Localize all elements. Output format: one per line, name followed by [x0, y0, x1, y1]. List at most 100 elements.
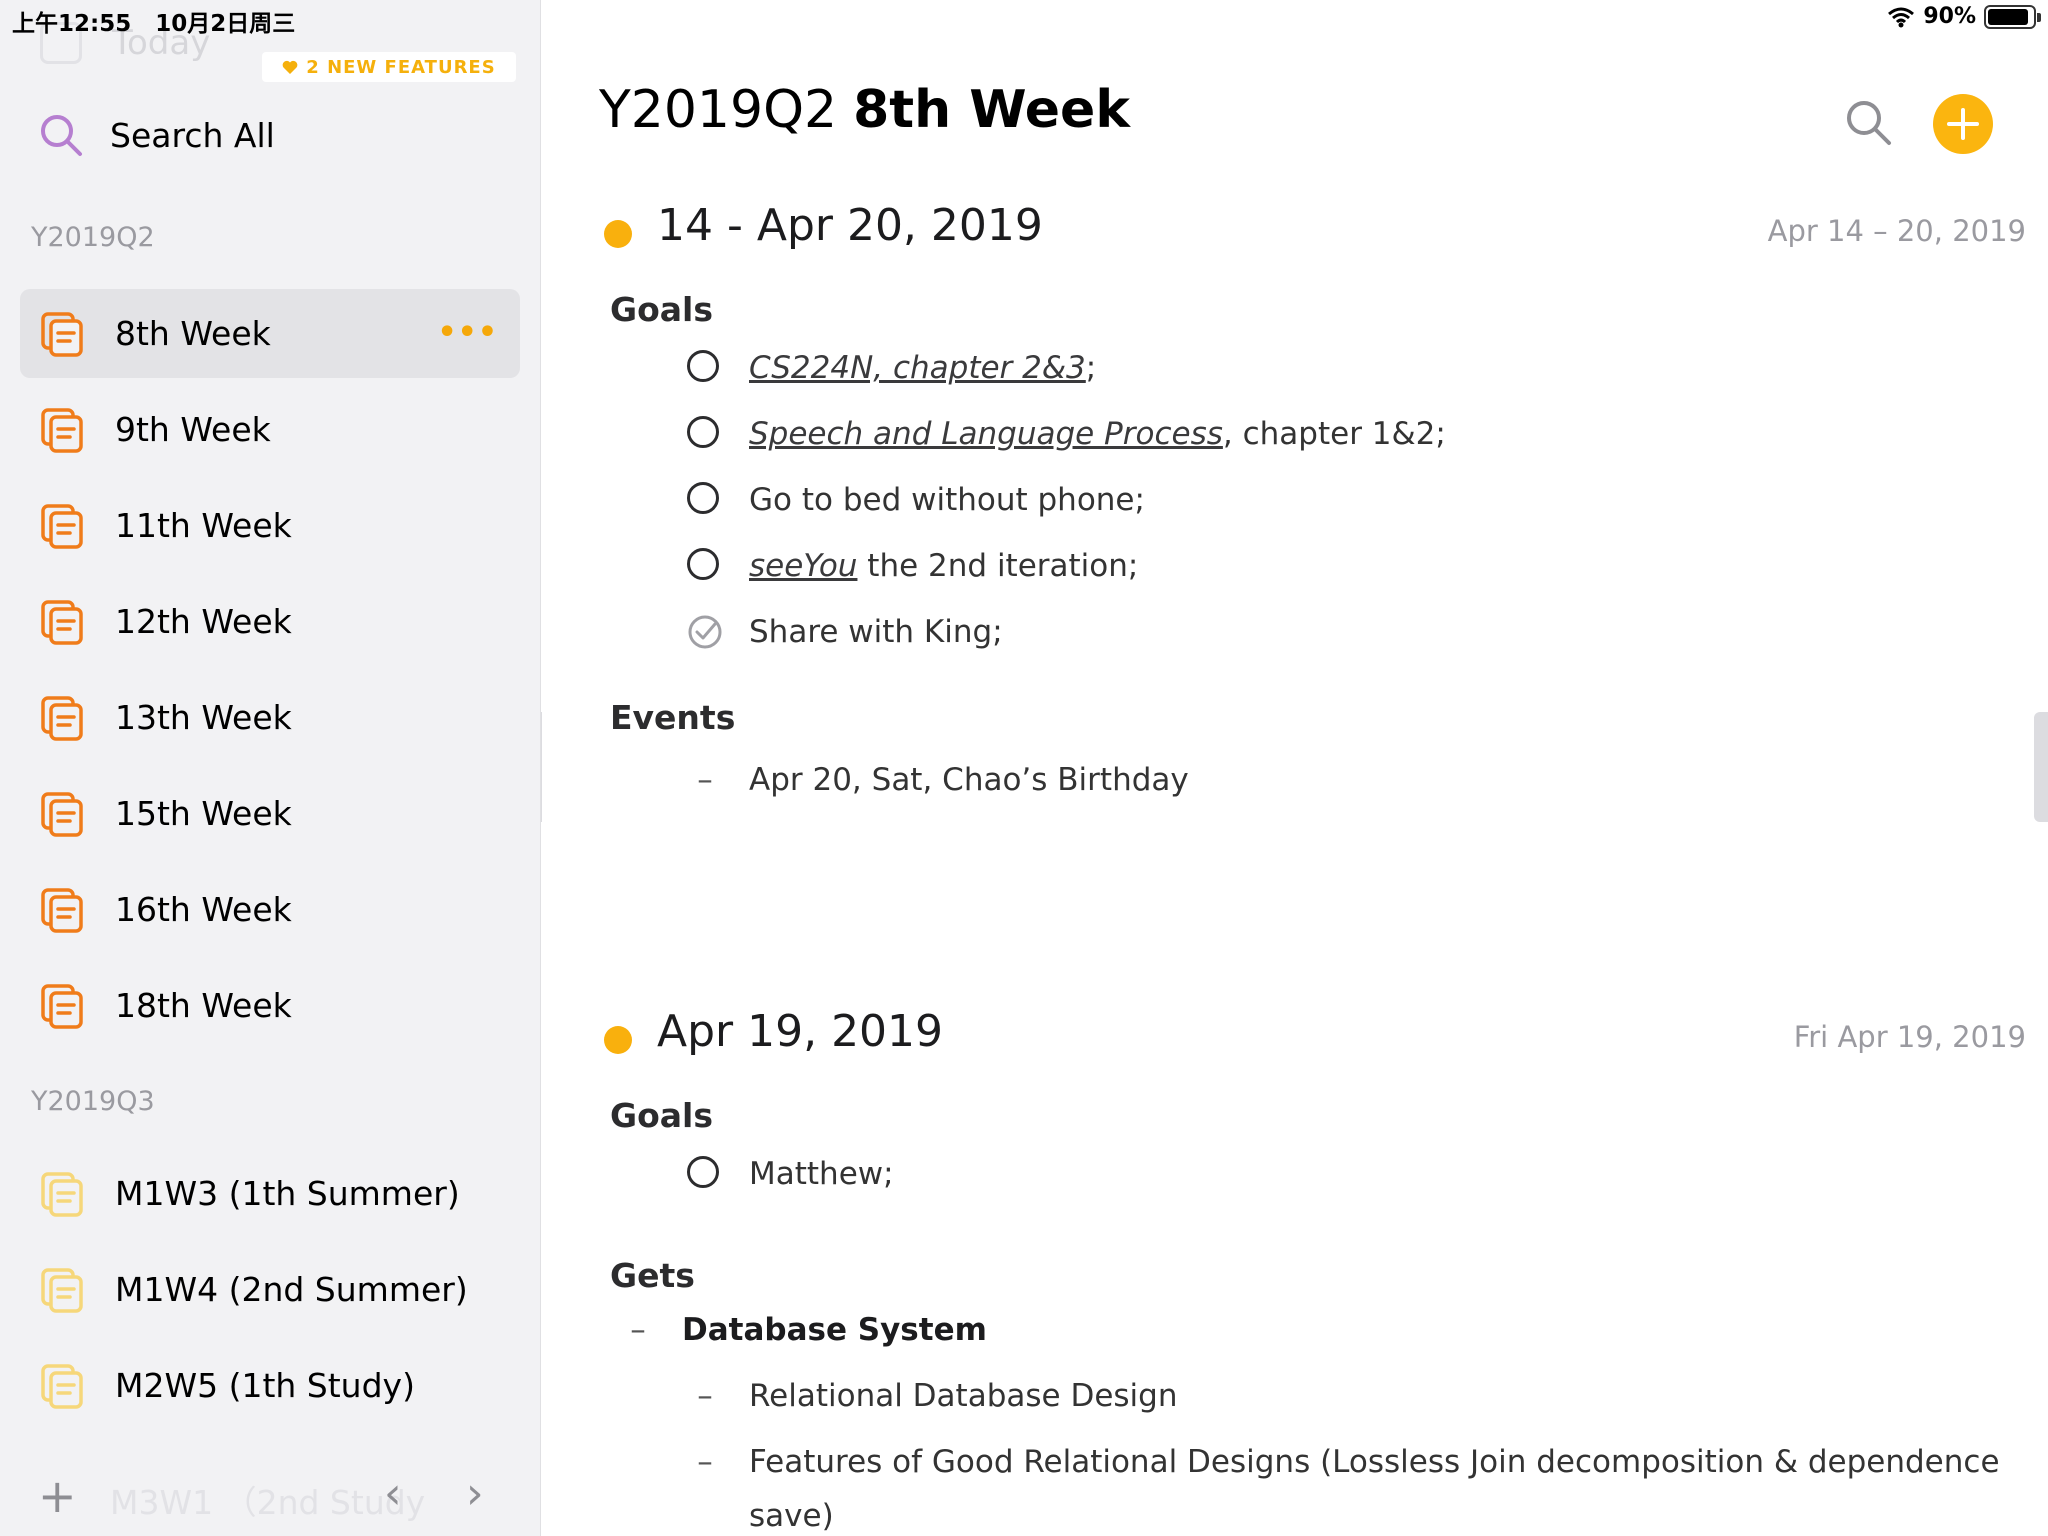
goal-text: Share with King; — [749, 614, 1003, 650]
gets-item-text[interactable]: save) — [749, 1498, 834, 1534]
goal-item: Share with King; — [687, 614, 1003, 650]
entry-week: 14 - Apr 20, 2019 Apr 14 – 20, 2019 Goal… — [542, 200, 2048, 820]
today-label: Today — [112, 23, 211, 63]
sidebar-item[interactable]: 11th Week — [20, 481, 520, 570]
sidebar-item-today[interactable]: Today — [40, 22, 210, 64]
sidebar-item[interactable]: M1W3 (1th Summer) — [20, 1149, 520, 1238]
goal-link[interactable]: CS224N, chapter 2&3 — [749, 350, 1086, 386]
goal-link[interactable]: seeYou — [749, 548, 857, 584]
search-icon — [41, 115, 82, 156]
checkmark-circle-icon[interactable] — [687, 614, 723, 650]
goal-link[interactable]: Speech and Language Process — [749, 416, 1223, 452]
sidebar-item-label: 18th Week — [115, 986, 292, 1025]
document-stack-icon — [41, 1171, 83, 1217]
entry-day: Apr 19, 2019 Fri Apr 19, 2019 Goals Matt… — [542, 1006, 2048, 1536]
plus-icon — [1947, 108, 1979, 140]
sidebar-item[interactable]: 15th Week — [20, 769, 520, 858]
sidebar-item-label: 13th Week — [115, 698, 292, 737]
sidebar-item-label: M2W5 (1th Study) — [115, 1366, 415, 1405]
checkbox[interactable] — [687, 350, 723, 386]
entry-header: 14 - Apr 20, 2019 Apr 14 – 20, 2019 — [542, 200, 2048, 260]
events-heading: Events — [610, 698, 736, 737]
sidebar-bottom-bar: + M3W1 （2nd Study ‹ › — [0, 1456, 541, 1536]
document-stack-icon — [41, 1267, 83, 1313]
checkbox[interactable] — [687, 548, 723, 584]
document-stack-icon — [41, 599, 83, 645]
new-features-badge[interactable]: 2 NEW FEATURES — [262, 52, 516, 82]
gets-item-text[interactable]: Relational Database Design — [749, 1378, 1177, 1414]
entry-dot — [604, 220, 632, 248]
chevron-right-icon[interactable]: › — [466, 1472, 484, 1516]
goal-item: CS224N, chapter 2&3; — [687, 350, 1096, 386]
goal-text: Go to bed without phone; — [749, 482, 1145, 518]
goal-text[interactable]: Matthew; — [749, 1156, 894, 1192]
checkbox[interactable] — [687, 482, 723, 518]
goals-heading: Goals — [610, 290, 713, 329]
new-features-label: 2 NEW FEATURES — [306, 56, 496, 78]
sidebar-item-label: 15th Week — [115, 794, 292, 833]
gets-item-text[interactable]: Features of Good Relational Designs (Los… — [749, 1444, 2000, 1480]
sidebar-item-label: M1W4 (2nd Summer) — [115, 1270, 468, 1309]
gets-item: – Features of Good Relational Designs (L… — [687, 1444, 2000, 1480]
sidebar-item[interactable]: M1W4 (2nd Summer) — [20, 1245, 520, 1334]
title-prefix: Y2019Q2 — [599, 80, 838, 140]
gets-group: – Database System — [620, 1312, 987, 1348]
chevron-left-icon[interactable]: ‹ — [384, 1472, 402, 1516]
gets-item: – Relational Database Design — [687, 1378, 1177, 1414]
sidebar-list-q2: 8th Week ••• 9th Week 11th Week 12th Week 13t… — [20, 289, 520, 1057]
entry-date: Fri Apr 19, 2019 — [1793, 1020, 2026, 1054]
goal-item: Matthew; — [687, 1156, 894, 1192]
sidebar-item-ghost: M3W1 （2nd Study — [110, 1483, 426, 1522]
document-stack-icon — [41, 791, 83, 837]
sidebar-item[interactable]: 9th Week — [20, 385, 520, 474]
gets-heading: Gets — [610, 1256, 695, 1295]
title-name: 8th Week — [853, 80, 1130, 140]
goal-text: , chapter 1&2; — [1222, 416, 1446, 452]
document-stack-icon — [41, 887, 83, 933]
today-icon — [40, 22, 82, 64]
entry-dot — [604, 1026, 632, 1054]
sidebar-item[interactable]: 8th Week ••• — [20, 289, 520, 378]
document-stack-icon — [41, 407, 83, 453]
checkbox[interactable] — [687, 416, 723, 452]
dash-bullet: – — [697, 1378, 713, 1414]
document-stack-icon — [41, 983, 83, 1029]
checkbox[interactable] — [687, 1156, 723, 1192]
heart-icon — [282, 60, 298, 74]
goals-heading: Goals — [610, 1096, 713, 1135]
add-note-button[interactable]: + — [38, 1473, 77, 1519]
add-button[interactable] — [1933, 94, 1993, 154]
document-stack-icon — [41, 503, 83, 549]
search-all-label: Search All — [110, 115, 275, 155]
sidebar-item[interactable]: 13th Week — [20, 673, 520, 762]
sidebar-item-label: 12th Week — [115, 602, 292, 641]
goal-item: seeYou the 2nd iteration; — [687, 548, 1138, 584]
goal-item: Speech and Language Process, chapter 1&2… — [687, 416, 1446, 452]
sidebar: Today 2 NEW FEATURES Search All Y2019Q2 … — [0, 0, 541, 1536]
sidebar-item-label: 16th Week — [115, 890, 292, 929]
gets-item-continued: save) — [687, 1498, 834, 1534]
document-stack-icon — [41, 1363, 83, 1409]
gets-group-title[interactable]: Database System — [682, 1312, 987, 1348]
section-label-q2: Y2019Q2 — [31, 222, 155, 253]
page-title: Y2019Q2 8th Week — [599, 80, 1130, 140]
right-resize-handle[interactable] — [2034, 712, 2048, 822]
dash-bullet: – — [697, 1444, 713, 1480]
main-content: Y2019Q2 8th Week 14 - Apr 20, 2019 Apr 14… — [542, 0, 2048, 1536]
sidebar-item[interactable]: M2W5 (1th Study) — [20, 1341, 520, 1430]
goal-text: ; — [1085, 350, 1097, 386]
sidebar-item[interactable]: 16th Week — [20, 865, 520, 954]
sidebar-item[interactable]: 18th Week — [20, 961, 520, 1050]
search-icon[interactable] — [1844, 98, 1892, 146]
search-all-button[interactable]: Search All — [38, 112, 275, 158]
goal-item: Go to bed without phone; — [687, 482, 1145, 518]
document-stack-icon — [41, 695, 83, 741]
document-stack-icon — [41, 311, 83, 357]
sidebar-item-label: 11th Week — [115, 506, 292, 545]
sidebar-item[interactable]: 12th Week — [20, 577, 520, 666]
entry-title[interactable]: Apr 19, 2019 — [657, 1006, 943, 1057]
event-text[interactable]: Apr 20, Sat, Chao’s Birthday — [749, 762, 1189, 798]
entry-title[interactable]: 14 - Apr 20, 2019 — [657, 200, 1043, 251]
more-icon[interactable]: ••• — [437, 315, 498, 350]
